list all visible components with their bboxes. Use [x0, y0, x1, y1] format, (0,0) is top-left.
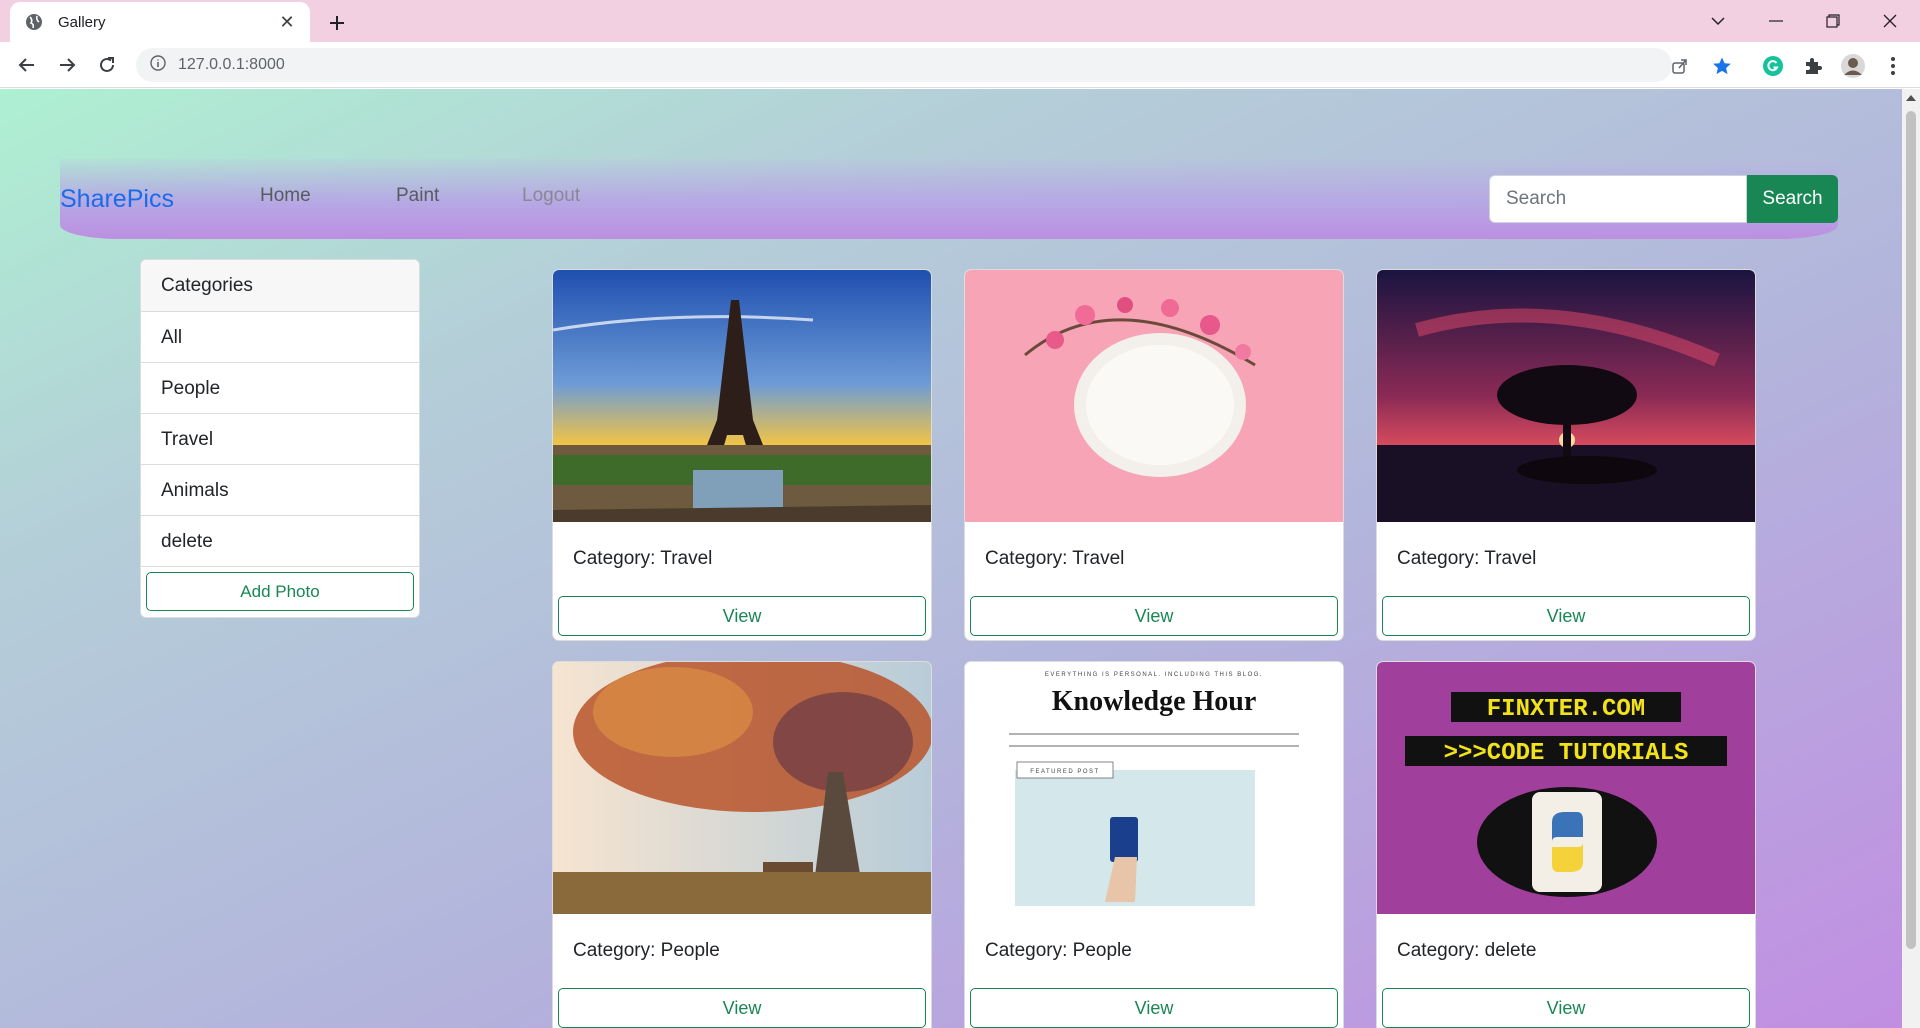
add-photo-button[interactable]: Add Photo — [146, 572, 414, 611]
view-button[interactable]: View — [970, 596, 1338, 636]
browser-toolbar: 127.0.0.1:8000 — [0, 42, 1920, 88]
reload-icon[interactable] — [92, 50, 122, 80]
category-item-delete[interactable]: delete — [141, 516, 419, 567]
globe-icon — [24, 12, 44, 32]
scroll-up-arrow-icon[interactable] — [1906, 95, 1916, 101]
photo-card: Category: People View — [552, 661, 932, 1028]
category-item-animals[interactable]: Animals — [141, 465, 419, 516]
new-tab-icon[interactable] — [322, 8, 352, 38]
search-input[interactable] — [1489, 175, 1747, 223]
restore-icon[interactable] — [1815, 6, 1851, 36]
nav-paint-link[interactable]: Paint — [396, 185, 439, 207]
card-category: Category: Travel — [985, 548, 1125, 569]
nav-home-link[interactable]: Home — [260, 185, 311, 207]
close-window-icon[interactable] — [1872, 6, 1908, 36]
card-category: Category: People — [573, 940, 720, 961]
view-button[interactable]: View — [970, 988, 1338, 1028]
category-item-travel[interactable]: Travel — [141, 414, 419, 465]
photo-card: Category: Travel View — [552, 269, 932, 641]
page-viewport: SharePics Home Paint Logout Search Categ… — [0, 89, 1902, 1028]
blog-tagline: EVERYTHING IS PERSONAL. INCLUDING THIS B… — [1045, 672, 1263, 678]
view-button[interactable]: View — [558, 596, 926, 636]
forward-icon[interactable] — [52, 50, 82, 80]
site-navbar: SharePics Home Paint Logout Search — [60, 159, 1838, 239]
photo-eiffel-tower — [553, 270, 931, 522]
search-button[interactable]: Search — [1747, 175, 1838, 223]
photo-card: FINXTER.COM >>>CODE TUTORIALS Category: … — [1376, 661, 1756, 1028]
blog-title: Knowledge Hour — [1052, 686, 1257, 717]
info-icon[interactable] — [150, 54, 166, 76]
photo-card: Category: Travel View — [1376, 269, 1756, 641]
photo-finxter-code: FINXTER.COM >>>CODE TUTORIALS — [1377, 662, 1755, 914]
category-item-people[interactable]: People — [141, 363, 419, 414]
card-category: Category: Travel — [1397, 548, 1537, 569]
tab-title: Gallery — [58, 13, 106, 31]
bookmark-star-icon[interactable] — [1712, 56, 1732, 76]
photo-autumn-tree — [553, 662, 931, 914]
category-item-all[interactable]: All — [141, 312, 419, 363]
tab-search-icon[interactable] — [1700, 6, 1736, 36]
photo-tree-sunset — [1377, 270, 1755, 522]
menu-kebab-icon[interactable] — [1880, 53, 1906, 79]
brand-logo[interactable]: SharePics — [60, 185, 174, 214]
browser-tab-strip: Gallery ✕ — [0, 0, 1920, 42]
photo-plate-flowers — [965, 270, 1343, 522]
card-category: Category: People — [985, 940, 1132, 961]
blog-badge: FEATURED POST — [1030, 769, 1099, 775]
share-icon[interactable] — [1670, 56, 1690, 76]
view-button[interactable]: View — [1382, 988, 1750, 1028]
categories-header: Categories — [141, 260, 419, 312]
page-scrollbar[interactable] — [1902, 89, 1920, 1028]
extensions-puzzle-icon[interactable] — [1800, 53, 1826, 79]
profile-avatar-icon[interactable] — [1840, 53, 1866, 79]
photo-blog-screenshot: EVERYTHING IS PERSONAL. INCLUDING THIS B… — [965, 662, 1343, 914]
url-text: 127.0.0.1:8000 — [178, 56, 285, 73]
photo-card: Category: Travel View — [964, 269, 1344, 641]
view-button[interactable]: View — [558, 988, 926, 1028]
finxter-line2: >>>CODE TUTORIALS — [1444, 740, 1689, 767]
back-icon[interactable] — [12, 50, 42, 80]
photo-card: EVERYTHING IS PERSONAL. INCLUDING THIS B… — [964, 661, 1344, 1028]
view-button[interactable]: View — [1382, 596, 1750, 636]
scroll-thumb[interactable] — [1906, 111, 1916, 949]
nav-logout-link[interactable]: Logout — [522, 185, 580, 207]
address-bar[interactable]: 127.0.0.1:8000 — [136, 48, 1731, 82]
browser-tab[interactable]: Gallery ✕ — [10, 2, 310, 42]
grammarly-icon[interactable] — [1760, 53, 1786, 79]
finxter-line1: FINXTER.COM — [1487, 696, 1645, 723]
close-tab-icon[interactable]: ✕ — [276, 12, 298, 33]
card-category: Category: Travel — [573, 548, 713, 569]
categories-sidebar: Categories All People Travel Animals del… — [140, 259, 420, 618]
minimize-icon[interactable] — [1758, 6, 1794, 36]
card-category: Category: delete — [1397, 940, 1537, 961]
